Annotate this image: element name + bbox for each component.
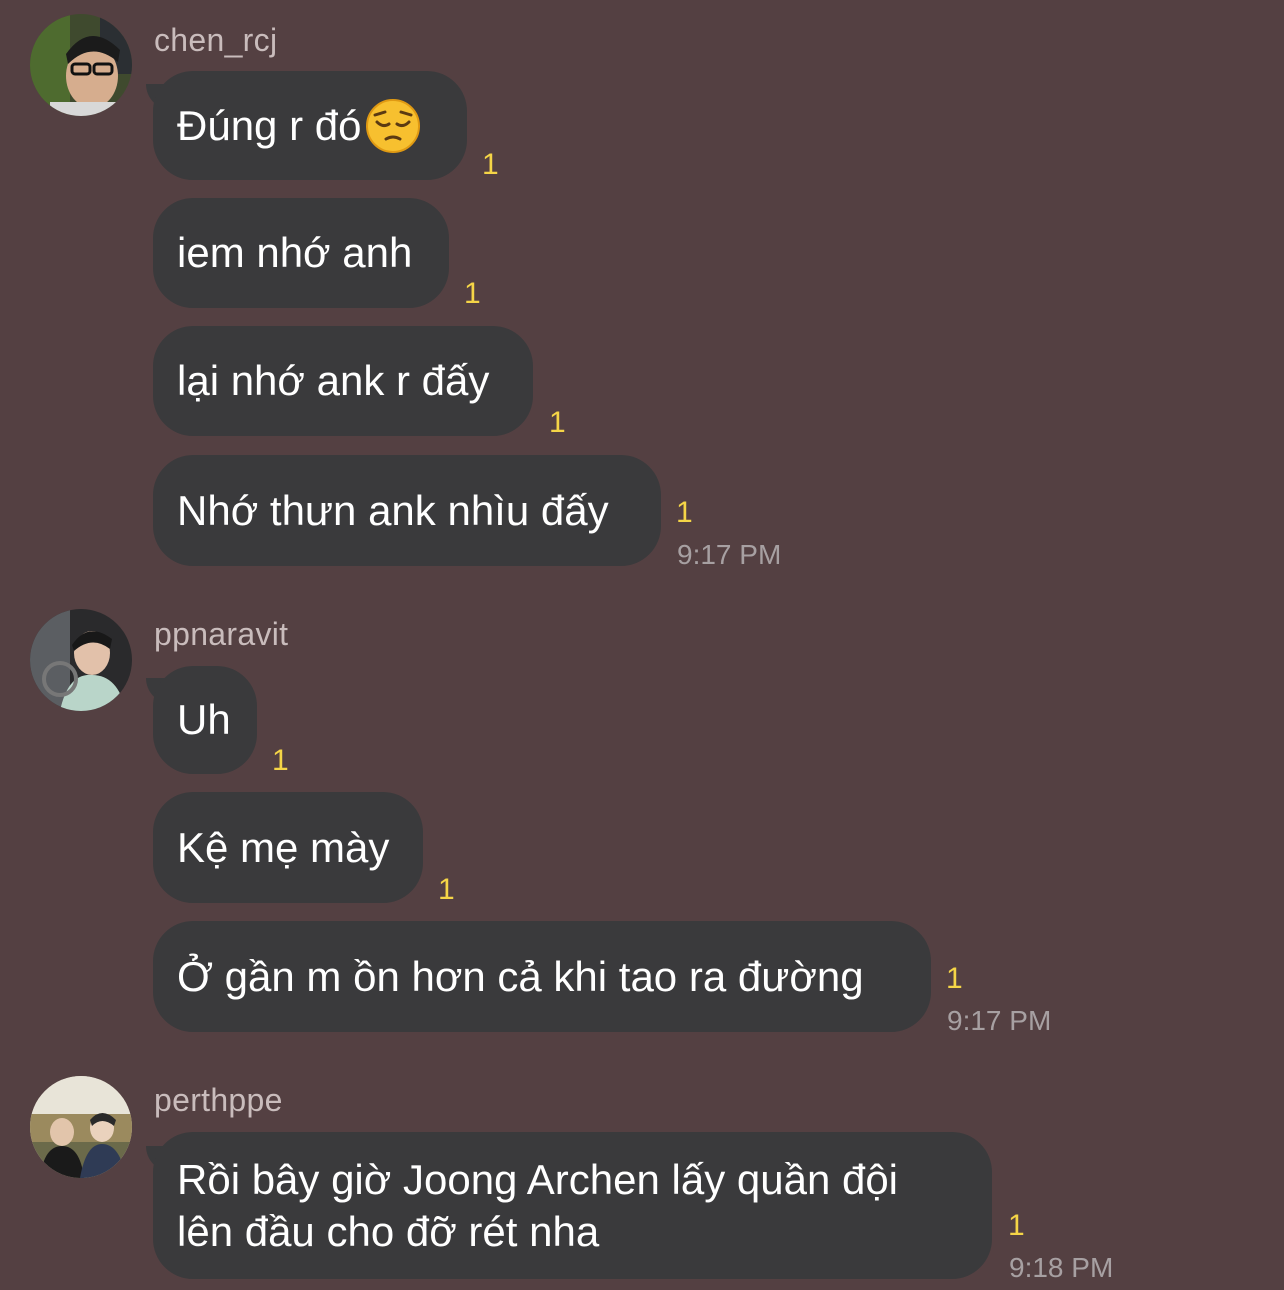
- message-bubble[interactable]: Nhớ thưn ank nhìu đấy: [153, 455, 661, 566]
- message-bubble[interactable]: Kệ mẹ mày: [153, 792, 423, 903]
- sender-username: chen_rcj: [154, 22, 278, 58]
- user-photo-avatar-icon: [30, 1076, 132, 1178]
- message-text: Rồi bây giờ Joong Archen lấy quần đội lê…: [177, 1154, 898, 1258]
- read-count: 1: [464, 277, 481, 310]
- read-count: 1: [1008, 1209, 1025, 1242]
- message-text: lại nhớ ank r đấy: [177, 357, 490, 404]
- message-timestamp: 9:17 PM: [677, 539, 782, 570]
- pensive-face-emoji-icon: [365, 98, 421, 154]
- message-text: Ở gần m ồn hơn cả khi tao ra đường: [177, 952, 864, 1000]
- message-text-line: lên đầu cho đỡ rét nha: [177, 1208, 600, 1255]
- read-count: 1: [438, 873, 455, 906]
- avatar-perthppe[interactable]: [30, 1076, 132, 1178]
- message-text: Uh: [177, 696, 231, 743]
- avatar-ppnaravit[interactable]: [30, 609, 132, 711]
- message-bubble[interactable]: Rồi bây giờ Joong Archen lấy quần đội lê…: [153, 1132, 992, 1279]
- message-bubble[interactable]: Đúng r đó: [153, 71, 467, 180]
- read-count: 1: [482, 148, 499, 181]
- message-bubble[interactable]: Uh: [153, 666, 257, 774]
- sender-username: perthppe: [154, 1082, 283, 1118]
- message-bubble[interactable]: lại nhớ ank r đấy: [153, 326, 533, 436]
- message-text: Kệ mẹ mày: [177, 823, 390, 871]
- read-count: 1: [676, 496, 693, 529]
- sender-username: ppnaravit: [154, 616, 289, 652]
- message-text-line: Rồi bây giờ Joong Archen lấy quần đội: [177, 1156, 899, 1203]
- avatar-chen-rcj[interactable]: [30, 14, 132, 116]
- message-text: iem nhớ anh: [177, 229, 413, 276]
- read-count: 1: [946, 962, 963, 995]
- read-count: 1: [549, 406, 566, 439]
- message-timestamp: 9:18 PM: [1009, 1252, 1114, 1283]
- message-text: Đúng r đó: [177, 101, 362, 149]
- message-text: Nhớ thưn ank nhìu đấy: [177, 486, 609, 534]
- user-photo-avatar-icon: [30, 14, 132, 116]
- message-timestamp: 9:17 PM: [947, 1005, 1052, 1036]
- user-photo-avatar-icon: [30, 609, 132, 711]
- message-bubble[interactable]: iem nhớ anh: [153, 198, 449, 308]
- message-bubble[interactable]: Ở gần m ồn hơn cả khi tao ra đường: [153, 921, 931, 1032]
- read-count: 1: [272, 744, 289, 777]
